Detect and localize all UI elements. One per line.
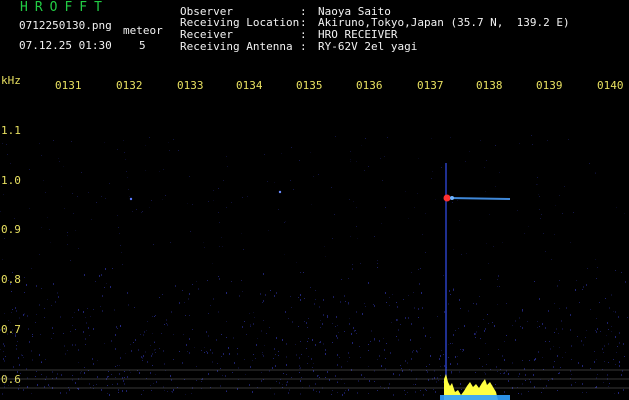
echo-tail (448, 197, 511, 200)
receiver-key: Receiver (180, 28, 233, 41)
time-tick-0132: 0132 (116, 79, 143, 92)
location-value: Akiruno,Tokyo,Japan (35.7 N, 139.2 E) (318, 16, 570, 29)
app-title: HROFFT (20, 0, 109, 15)
time-tick-0135: 0135 (296, 79, 323, 92)
time-tick-0138: 0138 (476, 79, 503, 92)
spectrogram (0, 135, 629, 400)
meteor-count: 5 (139, 39, 146, 52)
meteor-echo (129, 163, 511, 393)
time-tick-0140: 0140 (597, 79, 624, 92)
location-colon: : (300, 16, 307, 29)
file-datetime: 07.12.25 01:30 (19, 39, 112, 52)
echo-glow (450, 196, 454, 200)
antenna-key: Receiving Antenna (180, 40, 293, 53)
echo-core (443, 194, 451, 202)
time-tick-0134: 0134 (236, 79, 263, 92)
time-tick-0136: 0136 (356, 79, 383, 92)
file-name: 0712250130.png (19, 19, 112, 32)
meteor-label: meteor (123, 24, 163, 37)
time-tick-0139: 0139 (536, 79, 563, 92)
dot-0132 (129, 197, 133, 201)
antenna-value: RY-62V 2el yagi (318, 40, 418, 53)
time-tick-0137: 0137 (417, 79, 444, 92)
time-tick-0133: 0133 (177, 79, 204, 92)
receiver-value: HRO RECEIVER (318, 28, 398, 41)
spectrogram-noise (0, 135, 628, 396)
dot-0134 (278, 190, 282, 194)
time-tick-0131: 0131 (55, 79, 82, 92)
antenna-colon: : (300, 40, 307, 53)
signal-meter (440, 374, 510, 400)
signal-meter-base (440, 395, 510, 400)
frequency-unit: kHz (1, 74, 21, 87)
location-key: Receiving Location (180, 16, 300, 29)
hrofft-screen: HROFFT 0712250130.png 07.12.25 01:30 met… (0, 0, 629, 400)
receiver-colon: : (300, 28, 307, 41)
